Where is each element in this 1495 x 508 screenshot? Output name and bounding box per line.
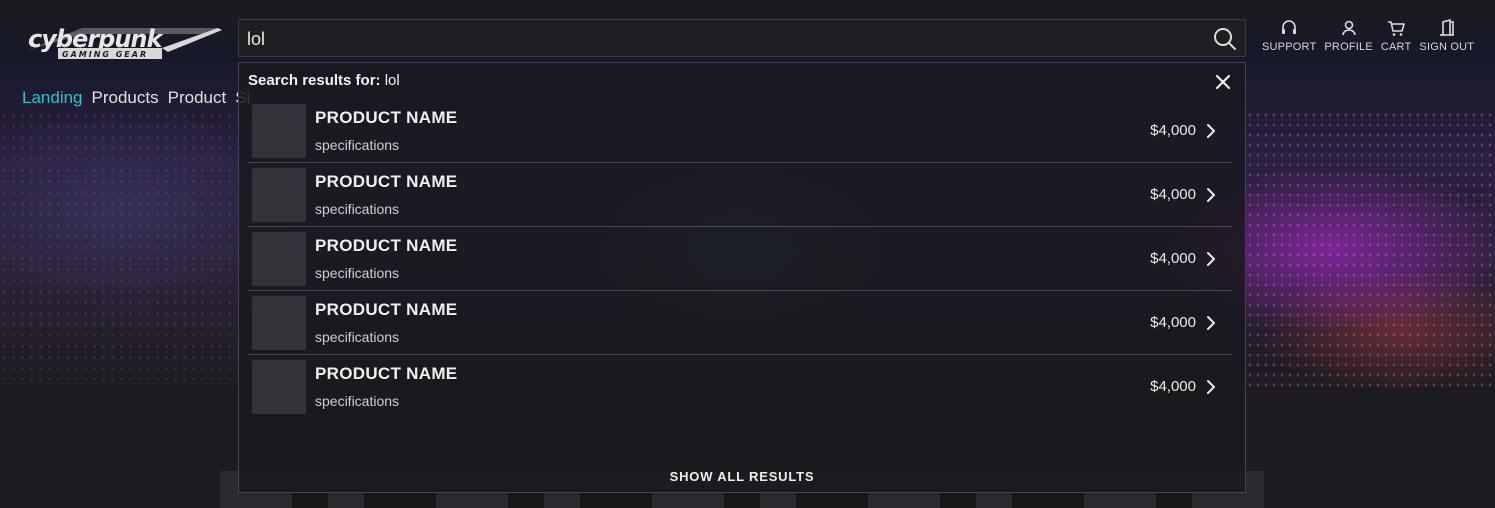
product-specifications: specifications	[315, 265, 400, 281]
product-price: $4,000	[1150, 186, 1196, 203]
product-name: PRODUCT NAME	[315, 172, 458, 191]
show-all-results-button[interactable]: SHOW ALL RESULTS	[239, 469, 1245, 484]
search-icon[interactable]	[1212, 26, 1238, 52]
search-results-list: PRODUCT NAME specifications $4,000 PRODU…	[248, 99, 1232, 419]
search-results-prefix: Search results for:	[248, 72, 381, 89]
logo-subtext: GAMING GEAR	[62, 50, 148, 59]
logo-mark: cyberpunk GAMING GEAR	[28, 25, 222, 59]
chevron-right-icon	[1207, 380, 1215, 394]
search-results-query: lol	[384, 72, 400, 89]
product-specifications: specifications	[315, 393, 400, 409]
product-thumbnail	[252, 168, 306, 222]
chevron-right-icon	[1207, 124, 1215, 138]
product-price: $4,000	[1150, 122, 1196, 139]
cart-button[interactable]: CART	[1381, 18, 1412, 53]
profile-button[interactable]: PROFILE	[1324, 18, 1373, 53]
product-price: $4,000	[1150, 378, 1196, 395]
profile-label: PROFILE	[1324, 41, 1373, 53]
product-thumbnail	[252, 360, 306, 414]
chevron-right-icon	[1207, 252, 1215, 266]
support-button[interactable]: SUPPORT	[1262, 18, 1316, 53]
close-icon[interactable]	[1214, 73, 1232, 91]
nav-link-products[interactable]: Products	[92, 88, 159, 108]
cart-icon	[1388, 21, 1405, 36]
search-result-item[interactable]: PRODUCT NAME specifications $4,000	[248, 291, 1232, 355]
product-specifications: specifications	[315, 201, 400, 217]
search-input[interactable]	[247, 28, 1187, 50]
chevron-right-icon	[1207, 188, 1215, 202]
search-results-dropdown: Search results for: lol PRODUCT NAME spe…	[238, 62, 1246, 493]
breadcrumb-nav: Landing Products Product Si	[22, 88, 250, 108]
product-name: PRODUCT NAME	[315, 300, 458, 319]
support-label: SUPPORT	[1262, 41, 1317, 53]
chevron-right-icon	[1207, 316, 1215, 330]
background-city-lights-right	[1246, 110, 1495, 390]
product-thumbnail	[252, 104, 306, 158]
search-result-item[interactable]: PRODUCT NAME specifications $4,000	[248, 99, 1232, 163]
cart-label: CART	[1380, 41, 1412, 53]
headset-icon	[1282, 20, 1297, 34]
product-name: PRODUCT NAME	[315, 236, 458, 255]
header-actions: SUPPORT PROFILE CART SIGN OUT	[1262, 18, 1482, 53]
sign-out-label: SIGN OUT	[1419, 41, 1475, 53]
user-icon	[1341, 20, 1356, 36]
product-thumbnail	[252, 296, 306, 350]
product-price: $4,000	[1150, 250, 1196, 267]
search-result-item[interactable]: PRODUCT NAME specifications $4,000	[248, 163, 1232, 227]
search-bar	[238, 19, 1246, 57]
product-specifications: specifications	[315, 329, 400, 345]
product-price: $4,000	[1150, 314, 1196, 331]
product-thumbnail	[252, 232, 306, 286]
door-icon	[1439, 18, 1454, 36]
product-specifications: specifications	[315, 137, 400, 153]
search-results-heading: Search results for: lol	[248, 72, 400, 89]
search-result-item[interactable]: PRODUCT NAME specifications $4,000	[248, 227, 1232, 291]
cyberpunk-logo[interactable]: cyberpunk GAMING GEAR	[22, 22, 222, 62]
search-result-item[interactable]: PRODUCT NAME specifications $4,000	[248, 355, 1232, 419]
nav-link-product[interactable]: Product	[168, 88, 227, 108]
background-city-lights-left	[0, 110, 240, 380]
product-name: PRODUCT NAME	[315, 364, 458, 383]
product-name: PRODUCT NAME	[315, 108, 458, 127]
nav-link-landing[interactable]: Landing	[22, 88, 83, 108]
sign-out-button[interactable]: SIGN OUT	[1419, 18, 1474, 53]
